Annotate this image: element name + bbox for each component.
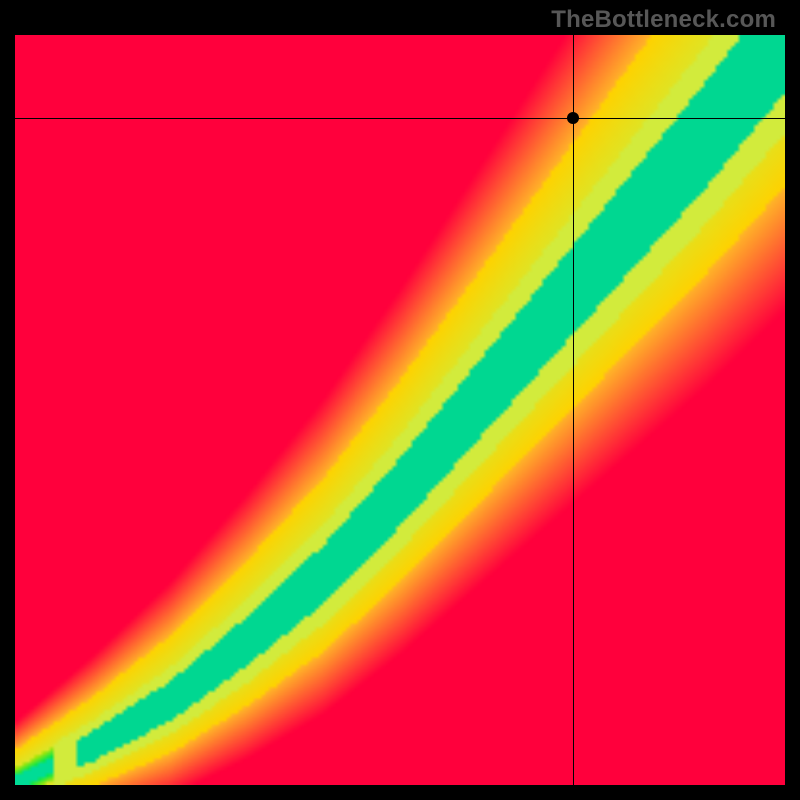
heatmap-canvas bbox=[15, 35, 785, 785]
watermark-text: TheBottleneck.com bbox=[551, 6, 776, 34]
crosshair-vertical bbox=[573, 35, 574, 785]
crosshair-horizontal bbox=[15, 118, 785, 119]
heatmap-plot bbox=[15, 35, 785, 785]
selection-marker[interactable] bbox=[567, 112, 579, 124]
